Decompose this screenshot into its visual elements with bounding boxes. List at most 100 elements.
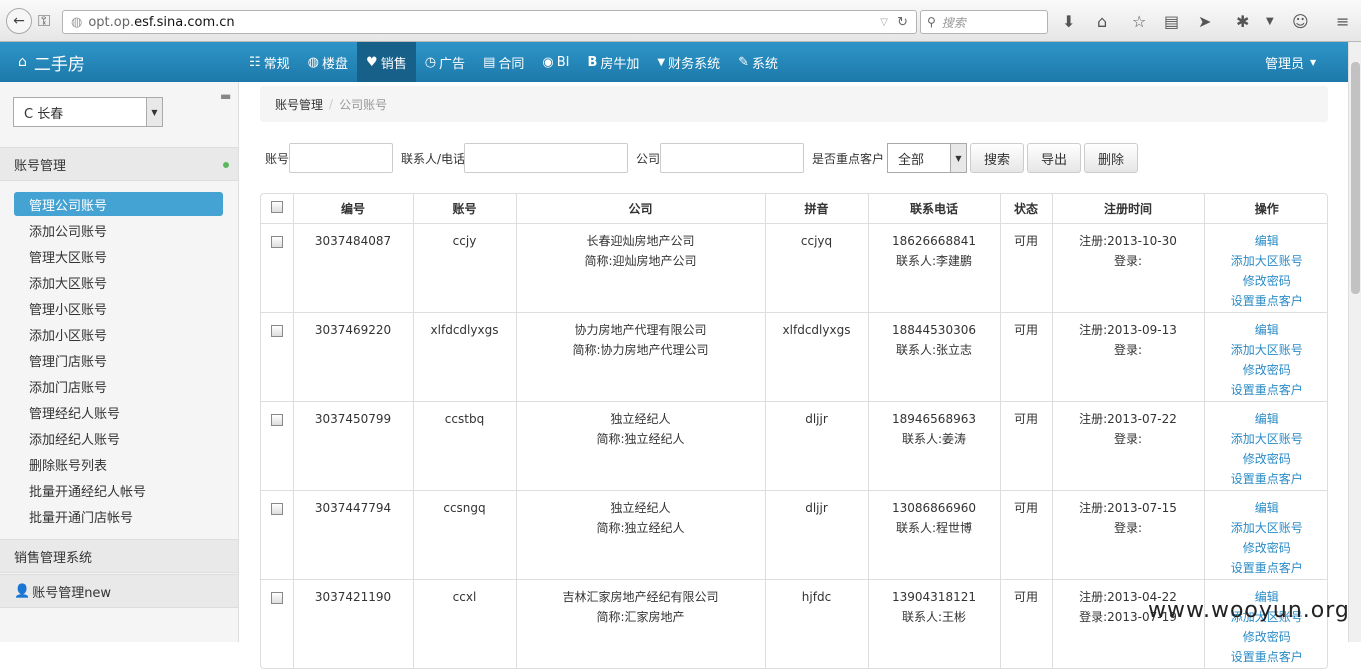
search-button[interactable]: 搜索	[970, 143, 1024, 173]
menu-item-销售[interactable]: ♥ 销售	[357, 42, 416, 82]
sidebar-item-add-region[interactable]: 添加大区账号	[14, 270, 223, 294]
key-icon[interactable]: ⚿	[38, 11, 50, 31]
dropdown-icon[interactable]: ▽	[880, 17, 888, 28]
extension-dropdown-icon[interactable]: ▼	[1266, 16, 1274, 27]
bookmark-star-icon[interactable]: ☆	[1132, 12, 1146, 31]
add-region-link[interactable]: 添加大区账号	[1205, 429, 1328, 449]
change-password-link[interactable]: 修改密码	[1205, 627, 1328, 647]
edit-link[interactable]: 编辑	[1205, 320, 1328, 340]
delete-button[interactable]: 删除	[1084, 143, 1138, 173]
menu-icon: ▼	[657, 56, 666, 68]
add-region-link[interactable]: 添加大区账号	[1205, 340, 1328, 360]
sidebar-item-deleted-list[interactable]: 删除账号列表	[14, 452, 223, 476]
sidebar-item-add-area[interactable]: 添加小区账号	[14, 322, 223, 346]
row-checkbox[interactable]	[270, 413, 283, 426]
breadcrumb-parent[interactable]: 账号管理	[275, 96, 323, 113]
sidebar-item-manage-region[interactable]: 管理大区账号	[14, 244, 223, 268]
cell-company: 吉林汇家房地产经纪有限公司 简称:汇家房地产	[515, 578, 765, 668]
row-checkbox[interactable]	[270, 235, 283, 248]
sidebar-item-add-company[interactable]: 添加公司账号	[14, 218, 223, 242]
export-button[interactable]: 导出	[1027, 143, 1081, 173]
col-header: 公司	[515, 194, 765, 224]
section-account-management-new[interactable]: 👤 账号管理new	[0, 574, 238, 608]
sidebar-item-manage-area[interactable]: 管理小区账号	[14, 296, 223, 320]
menu-label: 财务系统	[668, 56, 721, 72]
send-icon[interactable]: ➤	[1198, 12, 1211, 31]
select-all-checkbox[interactable]	[270, 200, 283, 213]
add-region-link[interactable]: 添加大区账号	[1205, 518, 1328, 538]
reading-list-icon[interactable]: ▤	[1164, 12, 1179, 31]
menu-icon: ▤	[483, 54, 496, 70]
page-scrollbar[interactable]	[1348, 42, 1361, 642]
sidebar-item-batch-agent[interactable]: 批量开通经纪人帐号	[14, 478, 223, 502]
change-password-link[interactable]: 修改密码	[1205, 360, 1328, 380]
cell-company: 长春迎灿房地产公司 简称:迎灿房地产公司	[515, 222, 765, 312]
menu-item-楼盘[interactable]: ◍ 楼盘	[299, 42, 357, 82]
section-account-management[interactable]: 账号管理	[0, 147, 238, 181]
scrollbar-thumb[interactable]	[1351, 62, 1360, 294]
sidebar-item-batch-store[interactable]: 批量开通门店帐号	[14, 504, 223, 528]
menu-label: 广告	[439, 56, 466, 72]
section-sales-system[interactable]: 销售管理系统	[0, 539, 238, 573]
hamburger-menu-icon[interactable]: ≡	[1336, 12, 1349, 31]
row-checkbox[interactable]	[270, 324, 283, 337]
admin-dropdown[interactable]: 管理员 ▼	[1265, 42, 1316, 82]
edit-link[interactable]: 编辑	[1205, 231, 1328, 251]
row-checkbox[interactable]	[270, 502, 283, 515]
key-customer-select[interactable]: 全部 ▼	[887, 143, 967, 173]
browser-search-input[interactable]: ⚲ 搜索	[920, 10, 1048, 34]
set-key-customer-link[interactable]: 设置重点客户	[1205, 469, 1328, 489]
reload-icon[interactable]: ↻	[897, 15, 908, 30]
sidebar-item-add-store[interactable]: 添加门店账号	[14, 374, 223, 398]
set-key-customer-link[interactable]: 设置重点客户	[1205, 380, 1328, 400]
sidebar-item-manage-company[interactable]: 管理公司账号	[14, 192, 223, 216]
company-name: 独立经纪人	[610, 500, 671, 515]
smiley-icon[interactable]: ☺	[1292, 12, 1309, 31]
sidebar-item-manage-store[interactable]: 管理门店账号	[14, 348, 223, 372]
company-name: 吉林汇家房地产经纪有限公司	[562, 589, 719, 604]
search-icon: ⚲	[927, 15, 936, 29]
set-key-customer-link[interactable]: 设置重点客户	[1205, 647, 1328, 667]
set-key-customer-link[interactable]: 设置重点客户	[1205, 291, 1328, 311]
app-navbar: ⌂ 二手房 ☷ 常规 ◍ 楼盘 ♥ 销售 ◷ 广告 ▤ 合同 ◉ BI B 房牛加 ▼ 财务系统…	[0, 42, 1348, 82]
phone: 13086866960	[892, 500, 976, 515]
set-key-customer-link[interactable]: 设置重点客户	[1205, 558, 1328, 578]
city-select[interactable]: C 长春 ▼	[13, 97, 163, 127]
menu-item-房牛加[interactable]: B 房牛加	[578, 42, 648, 82]
change-password-link[interactable]: 修改密码	[1205, 538, 1328, 558]
menu-item-财务系统[interactable]: ▼ 财务系统	[648, 42, 729, 82]
col-header: 拼音	[764, 194, 868, 224]
company-input[interactable]	[660, 143, 804, 173]
cell-account: ccstbq	[412, 400, 516, 490]
menu-icon: ◉	[542, 54, 554, 70]
home-icon[interactable]: ⌂	[1097, 12, 1107, 31]
change-password-link[interactable]: 修改密码	[1205, 271, 1328, 291]
menu-item-常规[interactable]: ☷ 常规	[240, 42, 299, 82]
edit-link[interactable]: 编辑	[1205, 498, 1328, 518]
change-password-link[interactable]: 修改密码	[1205, 449, 1328, 469]
address-bar[interactable]: ◍ opt.op. esf.sina.com.cn ↻ ▽	[62, 10, 917, 34]
download-icon[interactable]: ⬇	[1062, 12, 1075, 31]
search-placeholder: 搜索	[941, 15, 966, 30]
select-all-cell	[261, 194, 293, 224]
row-checkbox[interactable]	[270, 591, 283, 604]
collapse-icon[interactable]: ▬	[220, 89, 231, 103]
contact-input[interactable]	[464, 143, 628, 173]
brand-title: 二手房	[33, 54, 85, 75]
extension-icon[interactable]: ✱	[1236, 12, 1249, 31]
reg-time: 注册:2013-07-15	[1079, 500, 1177, 515]
menu-item-合同[interactable]: ▤ 合同	[474, 42, 533, 82]
sidebar-item-add-agent[interactable]: 添加经纪人账号	[14, 426, 223, 450]
col-header: 注册时间	[1051, 194, 1204, 224]
account-input[interactable]	[289, 143, 393, 173]
sidebar-item-manage-agent[interactable]: 管理经纪人账号	[14, 400, 223, 424]
edit-link[interactable]: 编辑	[1205, 409, 1328, 429]
menu-item-bi[interactable]: ◉ BI	[533, 42, 578, 82]
add-region-link[interactable]: 添加大区账号	[1205, 251, 1328, 271]
menu-item-系统[interactable]: ✎ 系统	[729, 42, 787, 82]
menu-item-广告[interactable]: ◷ 广告	[416, 42, 474, 82]
brand[interactable]: ⌂ 二手房	[18, 42, 85, 82]
back-icon[interactable]: ←	[6, 8, 32, 34]
company-short: 简称:协力房地产代理公司	[572, 342, 709, 357]
login-time: 登录:	[1113, 342, 1143, 357]
